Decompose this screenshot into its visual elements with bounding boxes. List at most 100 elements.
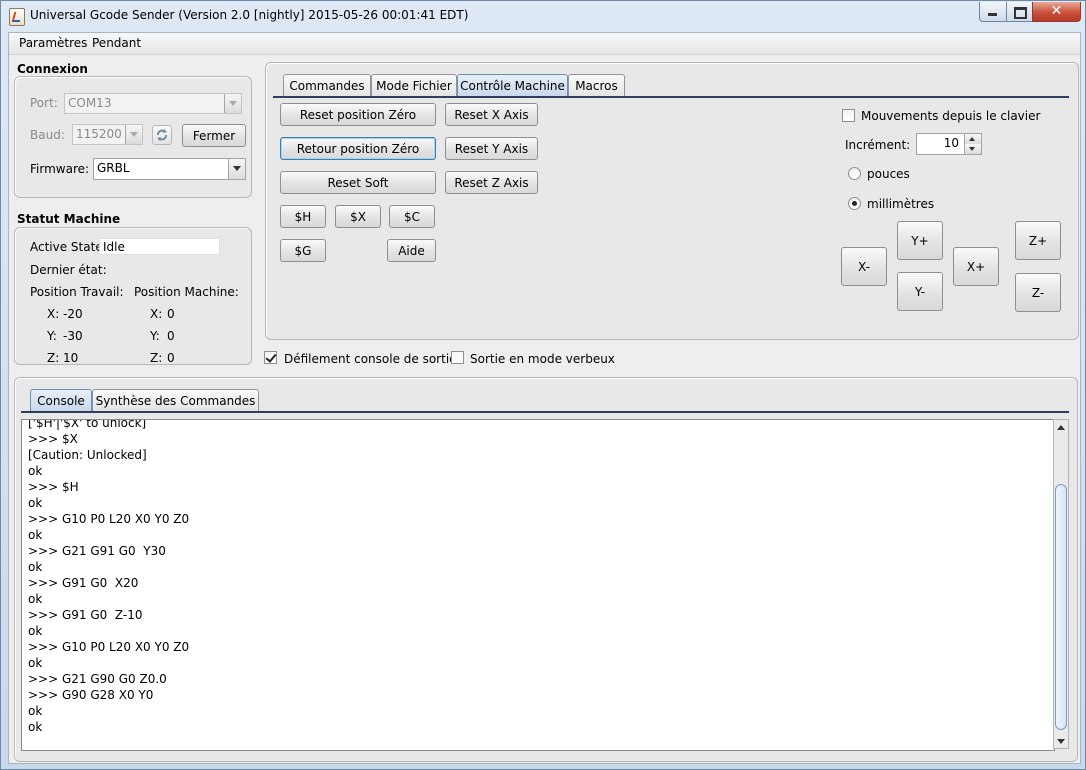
work-x-label: X: (47, 307, 60, 321)
machine-status-title: Statut Machine (17, 212, 121, 226)
console-line: >>> G21 G91 G0 Y30 (28, 544, 166, 558)
tab-divider (273, 96, 1069, 98)
gcode-state-button[interactable]: $G (280, 239, 326, 262)
reset-z-axis-button[interactable]: Reset Z Axis (445, 171, 538, 194)
baud-select[interactable]: 115200 (72, 124, 143, 145)
console-line: >>> $H (28, 480, 79, 494)
unlock-button[interactable]: $X (335, 205, 381, 228)
console-output[interactable]: ['$H'|'$X' to unlock] >>> $X [Caution: Unl… (21, 419, 1055, 751)
check-mode-button[interactable]: $C (389, 205, 435, 228)
maximize-button[interactable] (1006, 2, 1033, 22)
tab-macros[interactable]: Macros (568, 74, 625, 96)
jog-z-plus-button[interactable]: Z+ (1015, 221, 1061, 260)
return-zero-button[interactable]: Retour position Zéro (280, 137, 436, 160)
console-line: >>> G91 G0 X20 (28, 576, 139, 590)
console-line: ok (28, 464, 43, 478)
verbose-output-label: Sortie en mode verbeux (470, 352, 615, 366)
unit-mm-radio[interactable] (848, 197, 861, 210)
java-app-icon (9, 8, 25, 26)
machine-x-label: X: (150, 307, 163, 321)
console-line: >>> G91 G0 Z-10 (28, 608, 143, 622)
machine-y-label: Y: (150, 329, 160, 343)
chevron-down-icon (125, 125, 142, 144)
connexion-title: Connexion (17, 62, 88, 76)
reset-zero-button[interactable]: Reset position Zéro (280, 103, 436, 126)
last-state-label: Dernier état: (30, 263, 107, 277)
firmware-label: Firmware: (30, 162, 90, 176)
console-line: >>> G21 G90 G0 Z0.0 (28, 672, 167, 686)
console-line: ok (28, 656, 43, 670)
close-window-button[interactable]: ✕ (1032, 2, 1081, 22)
help-button[interactable]: Aide (387, 239, 436, 262)
work-z-value: 10 (63, 351, 79, 365)
close-connection-button[interactable]: Fermer (182, 124, 246, 147)
menu-bar: Paramètres Pendant (9, 33, 1080, 55)
machine-z-label: Z: (150, 351, 163, 365)
menu-parametres[interactable]: Paramètres (19, 36, 87, 50)
reset-x-axis-button[interactable]: Reset X Axis (445, 103, 538, 126)
port-label: Port: (30, 96, 58, 110)
home-button[interactable]: $H (280, 205, 326, 228)
console-line: >>> G90 G28 X0 Y0 (28, 688, 154, 702)
increment-value: 10 (943, 136, 959, 150)
jog-x-plus-button[interactable]: X+ (953, 247, 999, 286)
work-position-label: Position Travail: (30, 285, 124, 299)
tab-mode-fichier[interactable]: Mode Fichier (371, 74, 457, 96)
console-tab-divider (21, 411, 1069, 413)
active-state-value: Idle (99, 238, 220, 255)
work-y-value: -30 (63, 329, 83, 343)
scroll-down-icon[interactable] (1054, 734, 1068, 748)
baud-value: 115200 (76, 127, 122, 141)
unit-inches-radio[interactable] (848, 167, 861, 180)
minimize-button[interactable] (979, 2, 1007, 22)
jog-y-minus-button[interactable]: Y- (897, 272, 943, 311)
spinner-down-icon[interactable] (964, 144, 981, 154)
machine-z-value: 0 (167, 351, 175, 365)
chevron-down-icon (228, 159, 245, 179)
work-x-value: -20 (63, 307, 83, 321)
increment-label: Incrément: (845, 138, 911, 152)
jog-x-minus-button[interactable]: X- (841, 247, 887, 286)
menu-pendant[interactable]: Pendant (92, 36, 141, 50)
title-bar: Universal Gcode Sender (Version 2.0 [nig… (1, 1, 1086, 32)
verbose-output-checkbox[interactable] (451, 351, 464, 364)
connexion-panel: Port: COM13 Baud: 115200 Fermer Firmware… (14, 76, 252, 198)
baud-label: Baud: (30, 128, 65, 142)
port-select[interactable]: COM13 (64, 93, 242, 114)
scroll-output-checkbox[interactable] (264, 351, 277, 364)
soft-reset-button[interactable]: Reset Soft (280, 171, 436, 194)
machine-x-value: 0 (167, 307, 175, 321)
unit-inches-label: pouces (867, 167, 910, 181)
console-line: >>> G10 P0 L20 X0 Y0 Z0 (28, 640, 190, 654)
console-line: ok (28, 592, 43, 606)
firmware-value: GRBL (97, 161, 130, 175)
window-title: Universal Gcode Sender (Version 2.0 [nig… (30, 8, 469, 22)
tab-console[interactable]: Console (30, 389, 92, 411)
work-z-label: Z: (47, 351, 60, 365)
console-scrollbar[interactable] (1053, 419, 1069, 749)
console-line: ok (28, 704, 43, 718)
chevron-down-icon (224, 94, 241, 113)
console-line: ok (28, 560, 43, 574)
console-line: >>> $X (28, 432, 78, 446)
tab-commandes[interactable]: Commandes (283, 74, 371, 96)
console-line: [Caution: Unlocked] (28, 448, 147, 462)
increment-spinner[interactable]: 10 (916, 133, 982, 155)
close-icon: ✕ (1050, 3, 1063, 19)
tab-controle-machine[interactable]: Contrôle Machine (457, 74, 568, 96)
console-line: ok (28, 528, 43, 542)
console-line: ok (28, 624, 43, 638)
scroll-up-icon[interactable] (1054, 421, 1068, 435)
tab-command-summary[interactable]: Synthèse des Commandes (92, 389, 259, 411)
jog-y-plus-button[interactable]: Y+ (897, 221, 943, 260)
active-state-label: Active State: (30, 240, 107, 254)
firmware-select[interactable]: GRBL (93, 158, 246, 180)
keyboard-movement-checkbox[interactable] (842, 109, 855, 122)
port-value: COM13 (68, 96, 112, 110)
console-line: ok (28, 720, 43, 734)
reset-y-axis-button[interactable]: Reset Y Axis (445, 137, 538, 160)
scroll-thumb[interactable] (1055, 484, 1067, 730)
jog-z-minus-button[interactable]: Z- (1015, 273, 1061, 312)
console-line: >>> G10 P0 L20 X0 Y0 Z0 (28, 512, 190, 526)
refresh-ports-button[interactable] (152, 125, 172, 145)
